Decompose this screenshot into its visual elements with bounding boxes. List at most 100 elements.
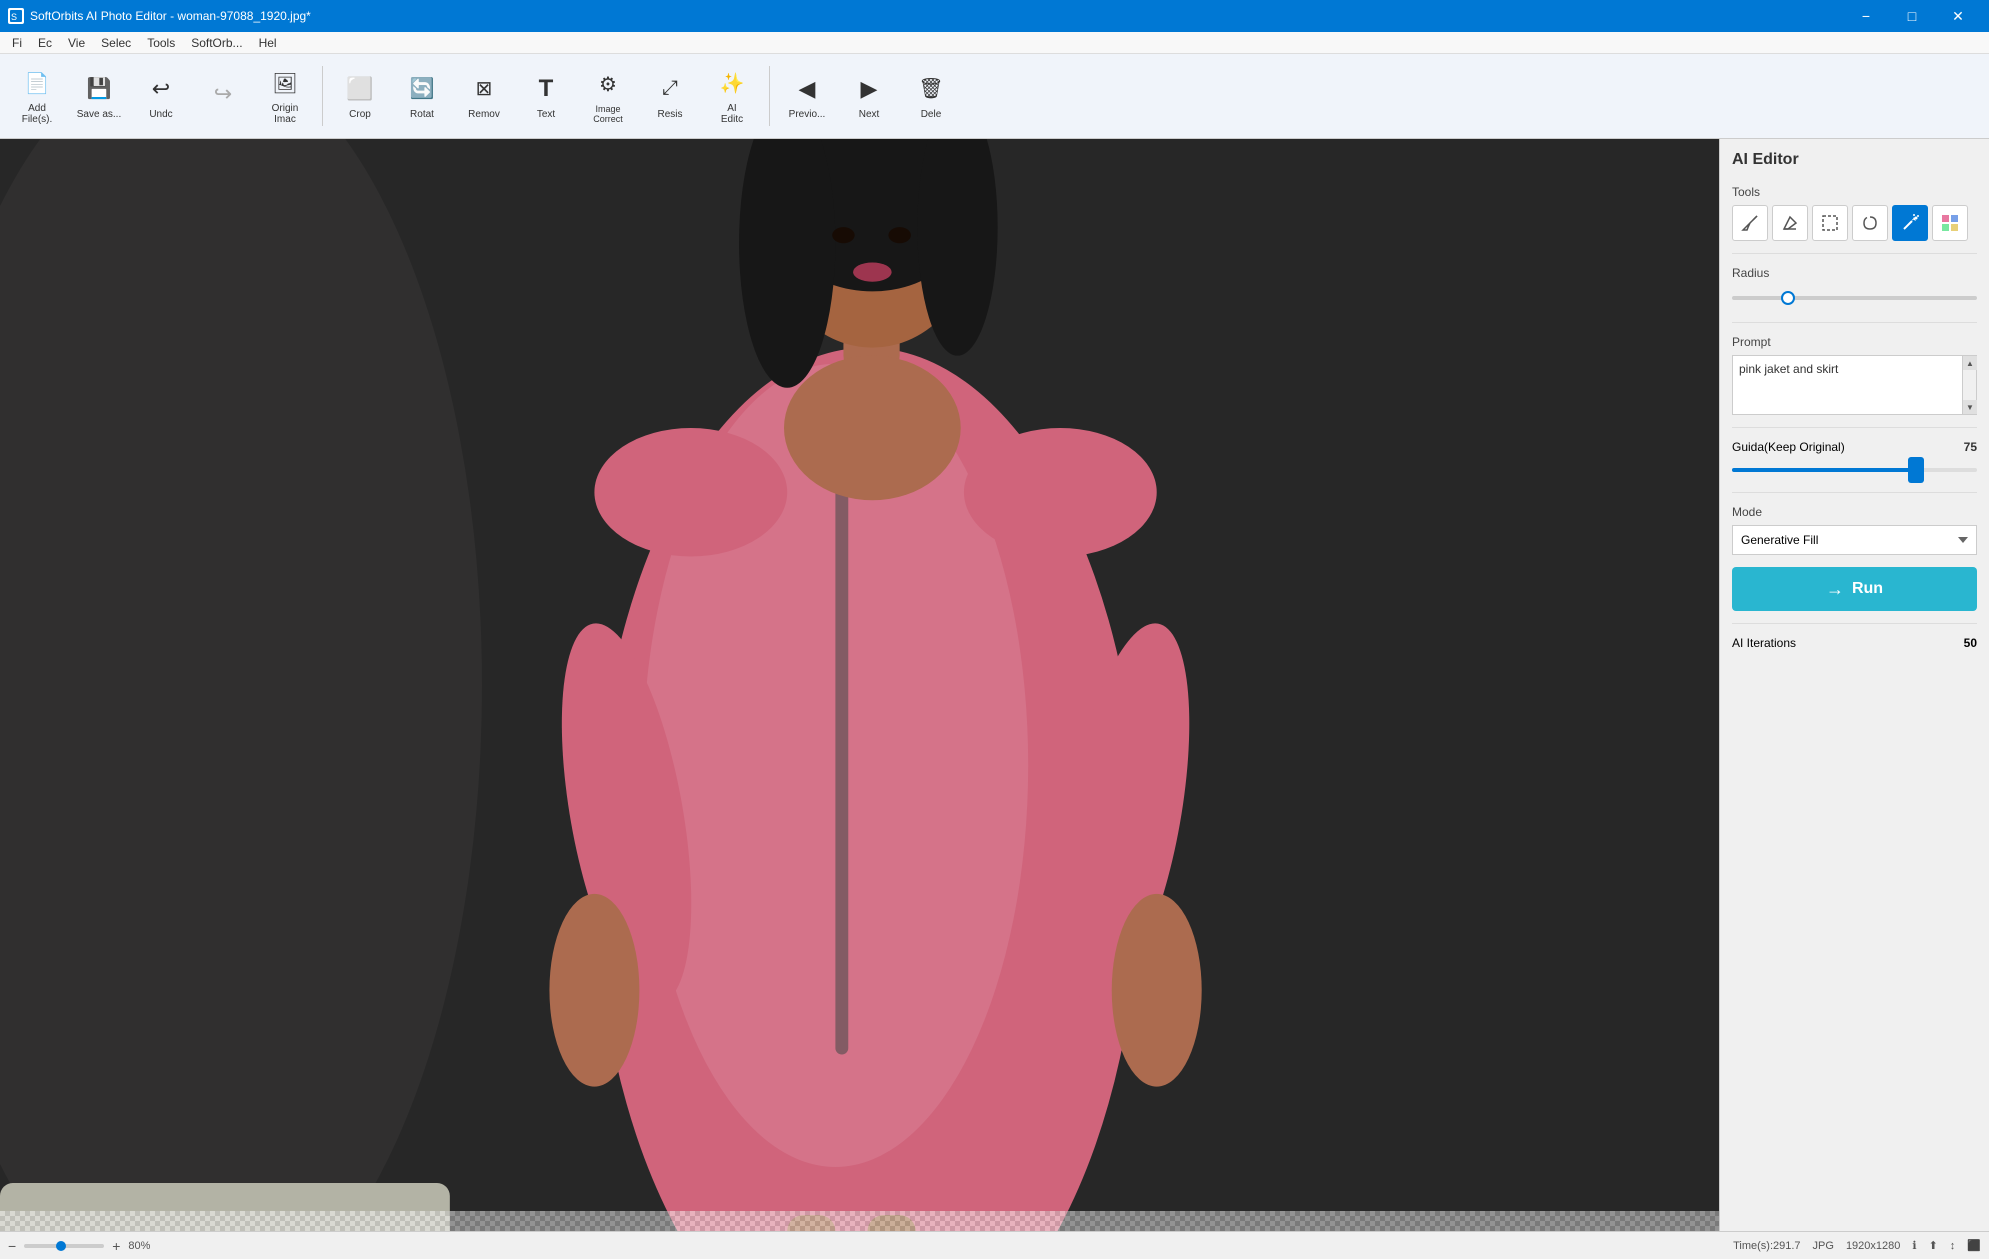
original-image-icon: 🖼 <box>269 67 301 99</box>
prompt-scroll-down[interactable]: ▼ <box>1963 400 1977 414</box>
ai-editor-icon: ✨ <box>716 67 748 99</box>
zoom-thumb[interactable] <box>56 1241 66 1251</box>
iterations-value: 50 <box>1964 636 1977 650</box>
divider-3 <box>1732 427 1977 428</box>
menu-softorbits[interactable]: SoftOrb... <box>183 34 250 52</box>
delete-label: Dele <box>921 109 942 120</box>
toolbar-undo[interactable]: ↩ Undc <box>132 60 190 132</box>
tool-magic-wand[interactable] <box>1892 205 1928 241</box>
window-controls: − □ ✕ <box>1843 0 1981 32</box>
divider-2 <box>1732 322 1977 323</box>
toolbar-rotate[interactable]: 🔄 Rotat <box>393 60 451 132</box>
eraser-icon <box>1780 213 1800 233</box>
maximize-button[interactable]: □ <box>1889 0 1935 32</box>
info-icon[interactable]: ℹ <box>1912 1239 1916 1252</box>
photo-background <box>0 139 1719 1231</box>
remove-icon: ⊠ <box>468 73 500 105</box>
toolbar-sep-1 <box>322 66 323 126</box>
guidance-thumb[interactable] <box>1908 457 1924 483</box>
toolbar-add-files[interactable]: 📄 Add File(s). <box>8 60 66 132</box>
toolbar-resize[interactable]: ⤢ Resis <box>641 60 699 132</box>
mode-select[interactable]: Generative Fill Inpainting Outpainting <box>1732 525 1977 555</box>
right-panel: AI Editor Tools <box>1719 139 1989 1231</box>
upload-icon[interactable]: ⬆ <box>1929 1239 1938 1252</box>
coordinates-display: Time(s):291.7 <box>1733 1240 1800 1252</box>
canvas-area[interactable] <box>0 139 1719 1231</box>
tool-rect-select[interactable] <box>1812 205 1848 241</box>
toolbar: 📄 Add File(s). 💾 Save as... ↩ Undc ↪ 🖼 O… <box>0 54 1989 139</box>
photo-svg <box>0 139 1719 1231</box>
guidance-value: 75 <box>1964 440 1977 454</box>
toolbar-image-correction[interactable]: ⚙ Image Correct <box>579 60 637 132</box>
tools-label: Tools <box>1732 185 1977 199</box>
status-right: Time(s):291.7 JPG 1920x1280 ℹ ⬆ ↕ ⬛ <box>1733 1239 1981 1252</box>
toolbar-original-image[interactable]: 🖼 Origin Imac <box>256 60 314 132</box>
toolbar-ai-editor[interactable]: ✨ AI Editc <box>703 60 761 132</box>
tools-section: Tools <box>1732 185 1977 241</box>
toolbar-remove[interactable]: ⊠ Remov <box>455 60 513 132</box>
radius-thumb[interactable] <box>1781 291 1795 305</box>
crop-icon: ⬜ <box>344 73 376 105</box>
menu-tools[interactable]: Tools <box>139 34 183 52</box>
flip-icon[interactable]: ↕ <box>1950 1240 1956 1252</box>
title-bar-left: S SoftOrbits AI Photo Editor - woman-970… <box>8 8 311 24</box>
panel-title: AI Editor <box>1732 151 1977 169</box>
zoom-out-icon[interactable]: − <box>8 1238 16 1254</box>
divider-1 <box>1732 253 1977 254</box>
toolbar-crop[interactable]: ⬜ Crop <box>331 60 389 132</box>
guidance-track <box>1732 468 1977 472</box>
toolbar-next[interactable]: ▶ Next <box>840 60 898 132</box>
close-button[interactable]: ✕ <box>1935 0 1981 32</box>
previous-icon: ◀ <box>791 73 823 105</box>
undo-icon: ↩ <box>145 73 177 105</box>
iterations-row: AI Iterations 50 <box>1732 636 1977 650</box>
toolbar-redo[interactable]: ↪ <box>194 60 252 132</box>
run-button[interactable]: → Run <box>1732 567 1977 611</box>
prompt-textarea[interactable]: pink jaket and skirt <box>1733 356 1962 411</box>
dimensions-display: 1920x1280 <box>1846 1240 1900 1252</box>
tool-eraser[interactable] <box>1772 205 1808 241</box>
zoom-slider[interactable] <box>24 1244 104 1248</box>
brush-icon <box>1740 213 1760 233</box>
tool-brush[interactable] <box>1732 205 1768 241</box>
tool-color-select[interactable] <box>1932 205 1968 241</box>
svg-text:S: S <box>11 12 17 22</box>
toolbar-previous[interactable]: ◀ Previo... <box>778 60 836 132</box>
menu-file[interactable]: Fi <box>4 34 30 52</box>
radius-track <box>1732 296 1977 300</box>
image-correction-label: Image Correct <box>593 104 623 124</box>
next-icon: ▶ <box>853 73 885 105</box>
resize-label: Resis <box>657 109 682 120</box>
toolbar-delete[interactable]: 🗑 Dele <box>902 60 960 132</box>
status-left: − + 80% <box>8 1238 150 1254</box>
save-as-icon: 💾 <box>83 73 115 105</box>
toolbar-save-as[interactable]: 💾 Save as... <box>70 60 128 132</box>
save-as-label: Save as... <box>77 109 121 120</box>
rect-select-icon <box>1820 213 1840 233</box>
next-label: Next <box>859 109 880 120</box>
menu-help[interactable]: Hel <box>251 34 285 52</box>
remove-label: Remov <box>468 109 500 120</box>
previous-label: Previo... <box>789 109 826 120</box>
tool-lasso[interactable] <box>1852 205 1888 241</box>
minimize-button[interactable]: − <box>1843 0 1889 32</box>
rotate-label: Rotat <box>410 109 434 120</box>
divider-5 <box>1732 623 1977 624</box>
radius-slider-area[interactable] <box>1732 286 1977 310</box>
guidance-label: Guida(Keep Original) <box>1732 440 1845 454</box>
zoom-in-icon[interactable]: + <box>112 1238 120 1254</box>
add-files-icon: 📄 <box>21 67 53 99</box>
menu-select[interactable]: Selec <box>93 34 139 52</box>
guidance-slider-wrap[interactable] <box>1732 460 1977 480</box>
screen-icon[interactable]: ⬛ <box>1967 1239 1981 1252</box>
ai-editor-label: AI Editc <box>721 103 743 125</box>
menu-bar: Fi Ec Vie Selec Tools SoftOrb... Hel <box>0 32 1989 54</box>
run-label: Run <box>1852 580 1883 598</box>
prompt-scroll-up[interactable]: ▲ <box>1963 356 1977 370</box>
menu-edit[interactable]: Ec <box>30 34 60 52</box>
prompt-label: Prompt <box>1732 335 1977 349</box>
radius-section: Radius <box>1732 266 1977 310</box>
prompt-scroll-wrap: pink jaket and skirt ▲ ▼ <box>1732 355 1977 415</box>
toolbar-text[interactable]: T Text <box>517 60 575 132</box>
menu-view[interactable]: Vie <box>60 34 93 52</box>
